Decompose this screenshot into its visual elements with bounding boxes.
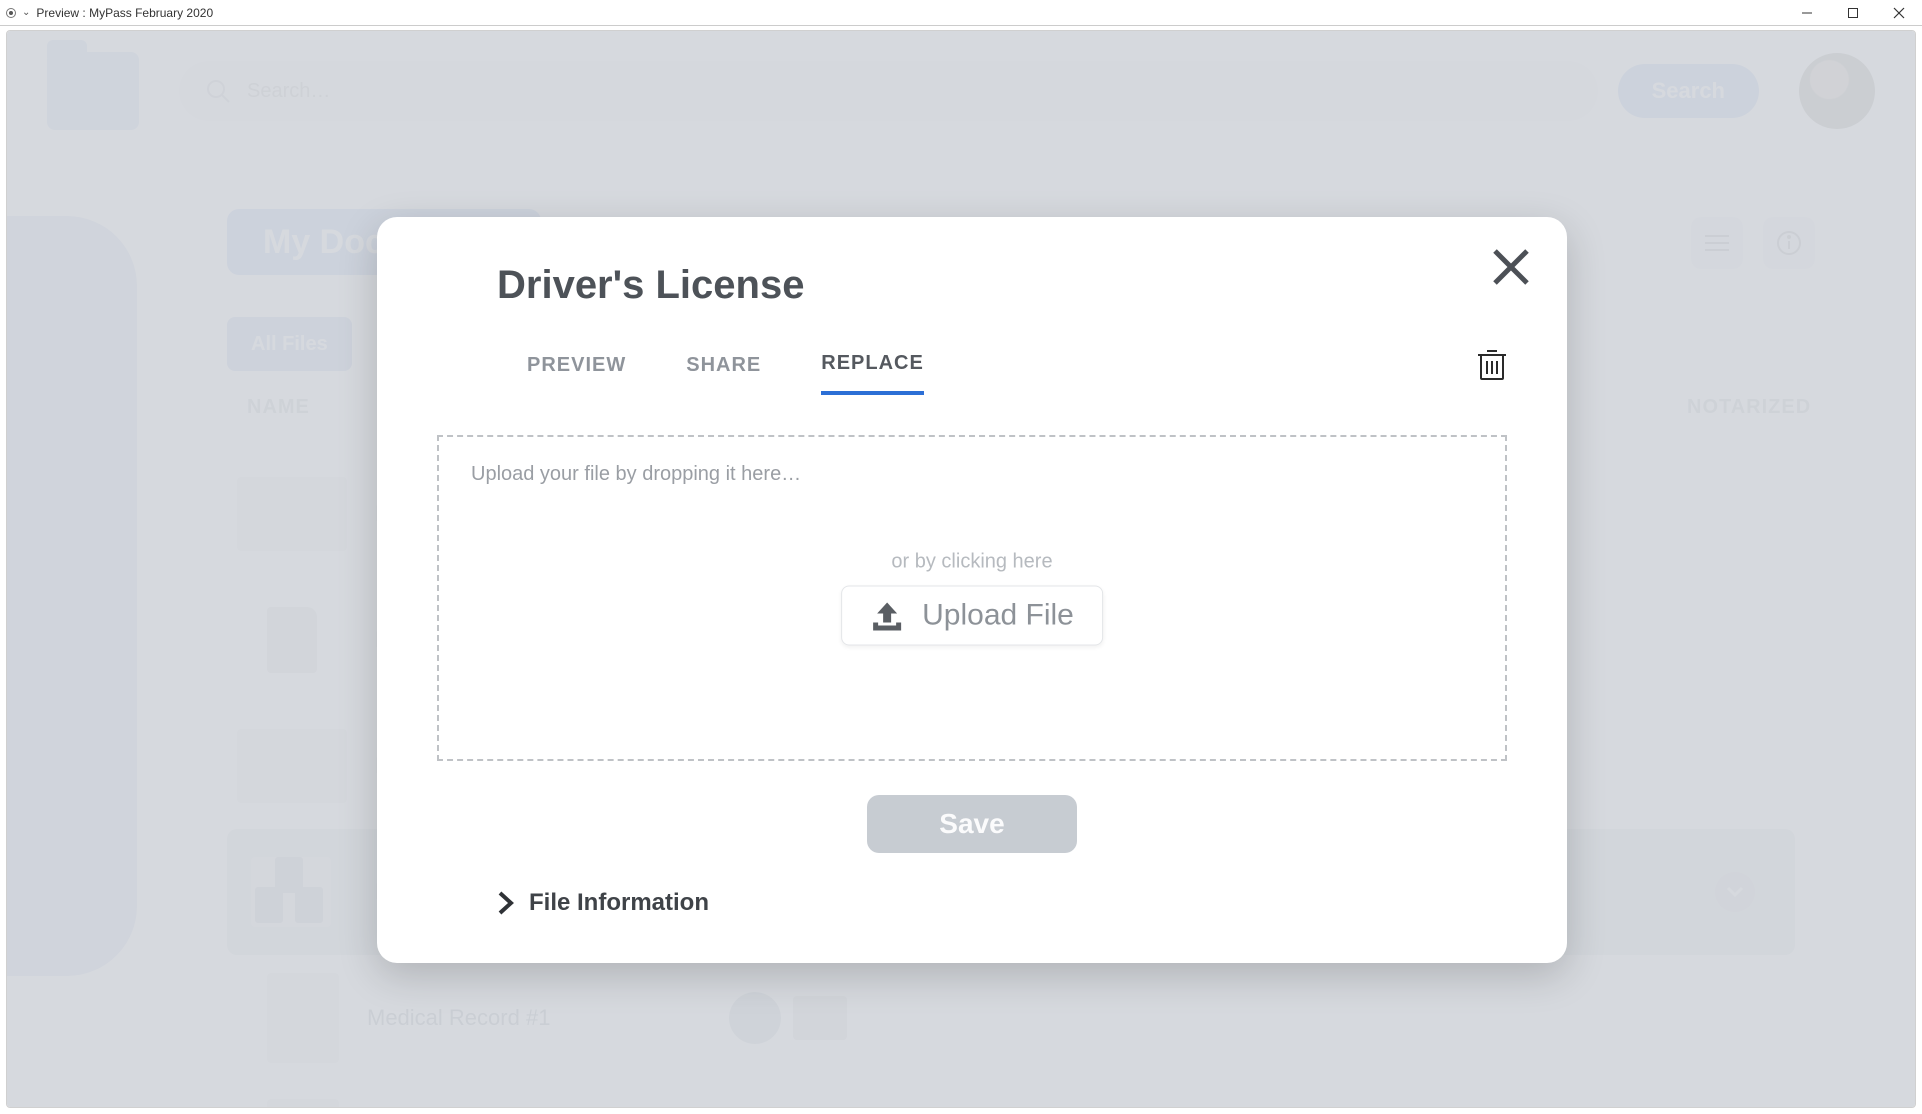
titlebar-left: ⌄ Preview : MyPass February 2020 <box>0 6 213 20</box>
file-information-label: File Information <box>529 889 709 917</box>
save-button[interactable]: Save <box>867 795 1077 853</box>
file-dropzone[interactable]: Upload your file by dropping it here… or… <box>437 435 1507 761</box>
record-indicator-icon <box>6 8 16 18</box>
tab-share[interactable]: SHARE <box>686 354 761 393</box>
delete-button[interactable] <box>1477 347 1507 386</box>
dropzone-subtext: or by clicking here <box>841 551 1103 574</box>
tab-label: REPLACE <box>821 352 924 374</box>
upload-icon <box>870 599 904 633</box>
window-titlebar: ⌄ Preview : MyPass February 2020 <box>0 0 1922 26</box>
tab-label: SHARE <box>686 354 761 376</box>
app-frame: Search… Search My Documents All Files Up… <box>6 30 1916 1108</box>
upload-button-label: Upload File <box>922 599 1074 633</box>
window-controls <box>1784 0 1922 26</box>
modal-title: Driver's License <box>497 263 1507 308</box>
window-close-button[interactable] <box>1876 0 1922 26</box>
upload-file-button[interactable]: Upload File <box>841 586 1103 646</box>
tab-label: PREVIEW <box>527 354 626 376</box>
tab-replace[interactable]: REPLACE <box>821 352 924 395</box>
window-title: Preview : MyPass February 2020 <box>36 6 213 20</box>
file-information-toggle[interactable]: File Information <box>497 889 1507 917</box>
trash-icon <box>1477 347 1507 381</box>
save-button-label: Save <box>939 808 1004 839</box>
modal-close-button[interactable] <box>1491 247 1531 292</box>
dropzone-center: or by clicking here Upload File <box>841 551 1103 646</box>
chevron-right-icon <box>497 890 515 916</box>
window-minimize-button[interactable] <box>1784 0 1830 26</box>
document-modal: Driver's License PREVIEW SHARE REPLACE U… <box>377 217 1567 963</box>
tab-preview[interactable]: PREVIEW <box>527 354 626 393</box>
modal-tabs: PREVIEW SHARE REPLACE <box>527 352 1507 395</box>
chevron-down-icon[interactable]: ⌄ <box>22 7 30 18</box>
window-maximize-button[interactable] <box>1830 0 1876 26</box>
dropzone-hint: Upload your file by dropping it here… <box>471 463 1473 486</box>
close-icon <box>1491 247 1531 287</box>
